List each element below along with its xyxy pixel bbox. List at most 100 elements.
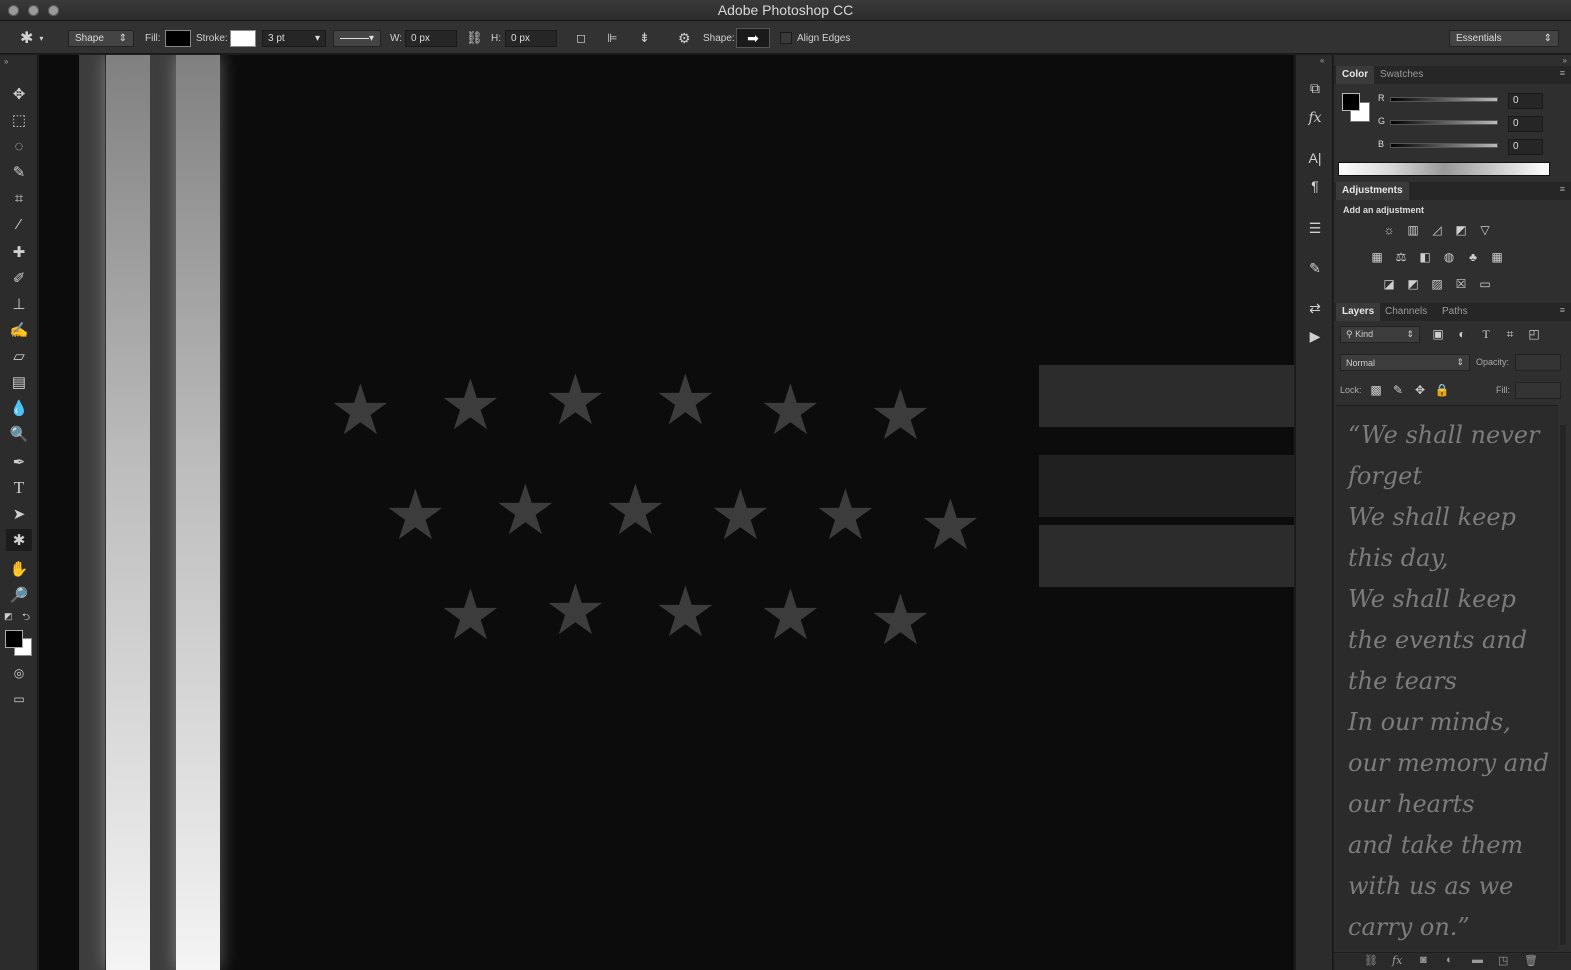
default-colors-icon[interactable]: ◩ (4, 611, 13, 622)
brush-presets-panel-icon[interactable]: ✎ (1304, 257, 1326, 279)
filter-pixel-icon[interactable]: ▣ (1430, 327, 1446, 341)
foreground-color-chip[interactable] (1342, 93, 1360, 111)
tab-color[interactable]: Color (1336, 66, 1375, 84)
expand-panel-icon[interactable]: » (4, 57, 8, 66)
hue-saturation-icon[interactable]: ▦ (1369, 250, 1385, 264)
history-brush-tool-icon[interactable]: ✍ (6, 319, 32, 341)
invert-icon[interactable]: ◪ (1381, 277, 1397, 291)
filter-shape-icon[interactable]: ⌗ (1502, 327, 1518, 341)
align-edges-checkbox[interactable] (780, 32, 792, 44)
lasso-tool-icon[interactable]: ◌ (6, 135, 32, 157)
tab-paths[interactable]: Paths (1436, 303, 1474, 321)
tab-layers[interactable]: Layers (1336, 303, 1381, 321)
clone-stamp-tool-icon[interactable]: ⊥ (6, 293, 32, 315)
layer-style-icon[interactable]: fx (1392, 954, 1402, 967)
filter-type-icon[interactable]: T (1478, 327, 1494, 341)
stroke-width-field[interactable]: 3 pt ▾ (262, 29, 326, 47)
stroke-swatch[interactable] (230, 29, 256, 47)
blur-tool-icon[interactable]: 💧 (6, 397, 32, 419)
screen-mode-icon[interactable]: ▭ (6, 688, 32, 710)
eyedropper-tool-icon[interactable]: ⁄ (6, 213, 32, 235)
move-tool-icon[interactable]: ✥ (6, 83, 32, 105)
fill-field[interactable] (1515, 382, 1561, 399)
green-value-field[interactable]: 0 (1508, 116, 1543, 132)
swap-colors-icon[interactable]: ⮌ (22, 610, 30, 627)
selective-color-icon[interactable]: ☒ (1453, 277, 1469, 291)
custom-shape-tool-icon[interactable]: ✱ (6, 529, 32, 551)
lock-all-icon[interactable]: 🔒 (1434, 383, 1450, 397)
quick-selection-tool-icon[interactable]: ✎ (6, 161, 32, 183)
collapse-dock-icon[interactable]: « (1320, 56, 1324, 65)
paragraph-panel-icon[interactable]: ¶ (1304, 175, 1326, 197)
black-white-icon[interactable]: ◧ (1417, 250, 1433, 264)
color-lookup-icon[interactable]: ▦ (1489, 250, 1505, 264)
dodge-tool-icon[interactable]: 🔍 (6, 423, 32, 445)
lock-transparent-icon[interactable]: ▩ (1368, 383, 1384, 397)
new-adjustment-layer-icon[interactable]: ◐ (1446, 954, 1453, 966)
hand-tool-icon[interactable]: ✋ (6, 558, 32, 580)
crop-tool-icon[interactable]: ⌗ (6, 187, 32, 209)
clone-source-panel-icon[interactable]: ⇄ (1304, 297, 1326, 319)
trash-icon[interactable]: 🗑 (1524, 954, 1538, 967)
type-tool-icon[interactable]: T (6, 477, 32, 499)
styles-panel-icon[interactable]: fx (1304, 107, 1326, 129)
marquee-tool-icon[interactable]: ⬚ (6, 109, 32, 131)
panel-menu-icon[interactable]: ≡ (1560, 68, 1565, 78)
blue-slider[interactable] (1390, 143, 1498, 148)
vibrance-icon[interactable]: ▽ (1477, 223, 1493, 237)
zoom-tool-icon[interactable]: 🔎 (6, 584, 32, 606)
panel-menu-icon[interactable]: ≡ (1560, 184, 1565, 194)
red-value-field[interactable]: 0 (1508, 93, 1543, 109)
stroke-type-select[interactable]: ▾ (333, 29, 381, 47)
expand-panels-icon[interactable]: » (1563, 56, 1567, 65)
green-slider[interactable] (1390, 120, 1498, 125)
path-operations-icon[interactable]: ◻ (576, 29, 586, 47)
path-arrangement-icon[interactable]: ⇟ (639, 29, 650, 47)
properties-panel-icon[interactable]: ☰ (1304, 217, 1326, 239)
lock-position-icon[interactable]: ✥ (1412, 383, 1428, 397)
tool-mode-select[interactable]: Shape ⇕ (68, 29, 134, 47)
new-layer-icon[interactable]: ◳ (1498, 954, 1508, 967)
foreground-color-swatch[interactable] (5, 630, 23, 648)
eraser-tool-icon[interactable]: ▱ (6, 345, 32, 367)
link-icon[interactable]: ⛓ (466, 29, 483, 47)
history-panel-icon[interactable]: ⧉ (1304, 77, 1326, 99)
tab-channels[interactable]: Channels (1379, 303, 1433, 321)
lock-image-icon[interactable]: ✎ (1390, 383, 1406, 397)
custom-shape-tool-preset-icon[interactable]: ✱ ▾ (20, 29, 43, 47)
actions-panel-icon[interactable]: ▶ (1304, 325, 1326, 347)
panel-menu-icon[interactable]: ≡ (1560, 305, 1565, 315)
quick-mask-icon[interactable]: ◎ (6, 662, 32, 684)
photo-filter-icon[interactable]: ◍ (1441, 250, 1457, 264)
color-balance-icon[interactable]: ⚖ (1393, 250, 1409, 264)
blue-value-field[interactable]: 0 (1508, 139, 1543, 155)
threshold-icon[interactable]: ▨ (1429, 277, 1445, 291)
path-alignment-icon[interactable]: ⊫ (607, 29, 617, 47)
gradient-map-icon[interactable]: ▭ (1477, 277, 1493, 291)
workspace-select[interactable]: Essentials ⇕ (1449, 29, 1559, 47)
blend-mode-select[interactable]: Normal ⇕ (1340, 354, 1470, 371)
brightness-contrast-icon[interactable]: ☼ (1381, 223, 1397, 237)
brush-tool-icon[interactable]: ✐ (6, 267, 32, 289)
fill-swatch[interactable] (165, 29, 191, 47)
add-mask-icon[interactable]: ◙ (1420, 954, 1427, 966)
opacity-field[interactable] (1515, 354, 1561, 371)
new-group-icon[interactable]: ▬ (1472, 954, 1483, 966)
color-ramp[interactable] (1338, 162, 1550, 176)
path-selection-tool-icon[interactable]: ➤ (6, 503, 32, 525)
shape-picker-arrow-icon[interactable]: ➡ (736, 28, 770, 48)
posterize-icon[interactable]: ◩ (1405, 277, 1421, 291)
tab-swatches[interactable]: Swatches (1374, 66, 1429, 84)
tab-adjustments[interactable]: Adjustments (1336, 182, 1409, 200)
filter-adjustment-icon[interactable]: ◐ (1454, 327, 1470, 341)
link-layers-icon[interactable]: ⛓ (1364, 954, 1378, 967)
levels-icon[interactable]: ▥ (1405, 223, 1421, 237)
healing-brush-tool-icon[interactable]: ✚ (6, 241, 32, 263)
document-canvas[interactable]: ★ ★ ★ ★ ★ ★ ★ ★ ★ ★ ★ ★ ★ ★ ★ ★ ★ (39, 55, 1294, 970)
gear-icon[interactable]: ⚙ (678, 29, 691, 47)
red-slider[interactable] (1390, 97, 1498, 102)
filter-smart-object-icon[interactable]: ◰ (1526, 327, 1542, 341)
layer-filter-select[interactable]: ⚲ Kind ⇕ (1340, 326, 1420, 343)
gradient-tool-icon[interactable]: ▤ (6, 371, 32, 393)
width-field[interactable]: 0 px (405, 29, 457, 47)
